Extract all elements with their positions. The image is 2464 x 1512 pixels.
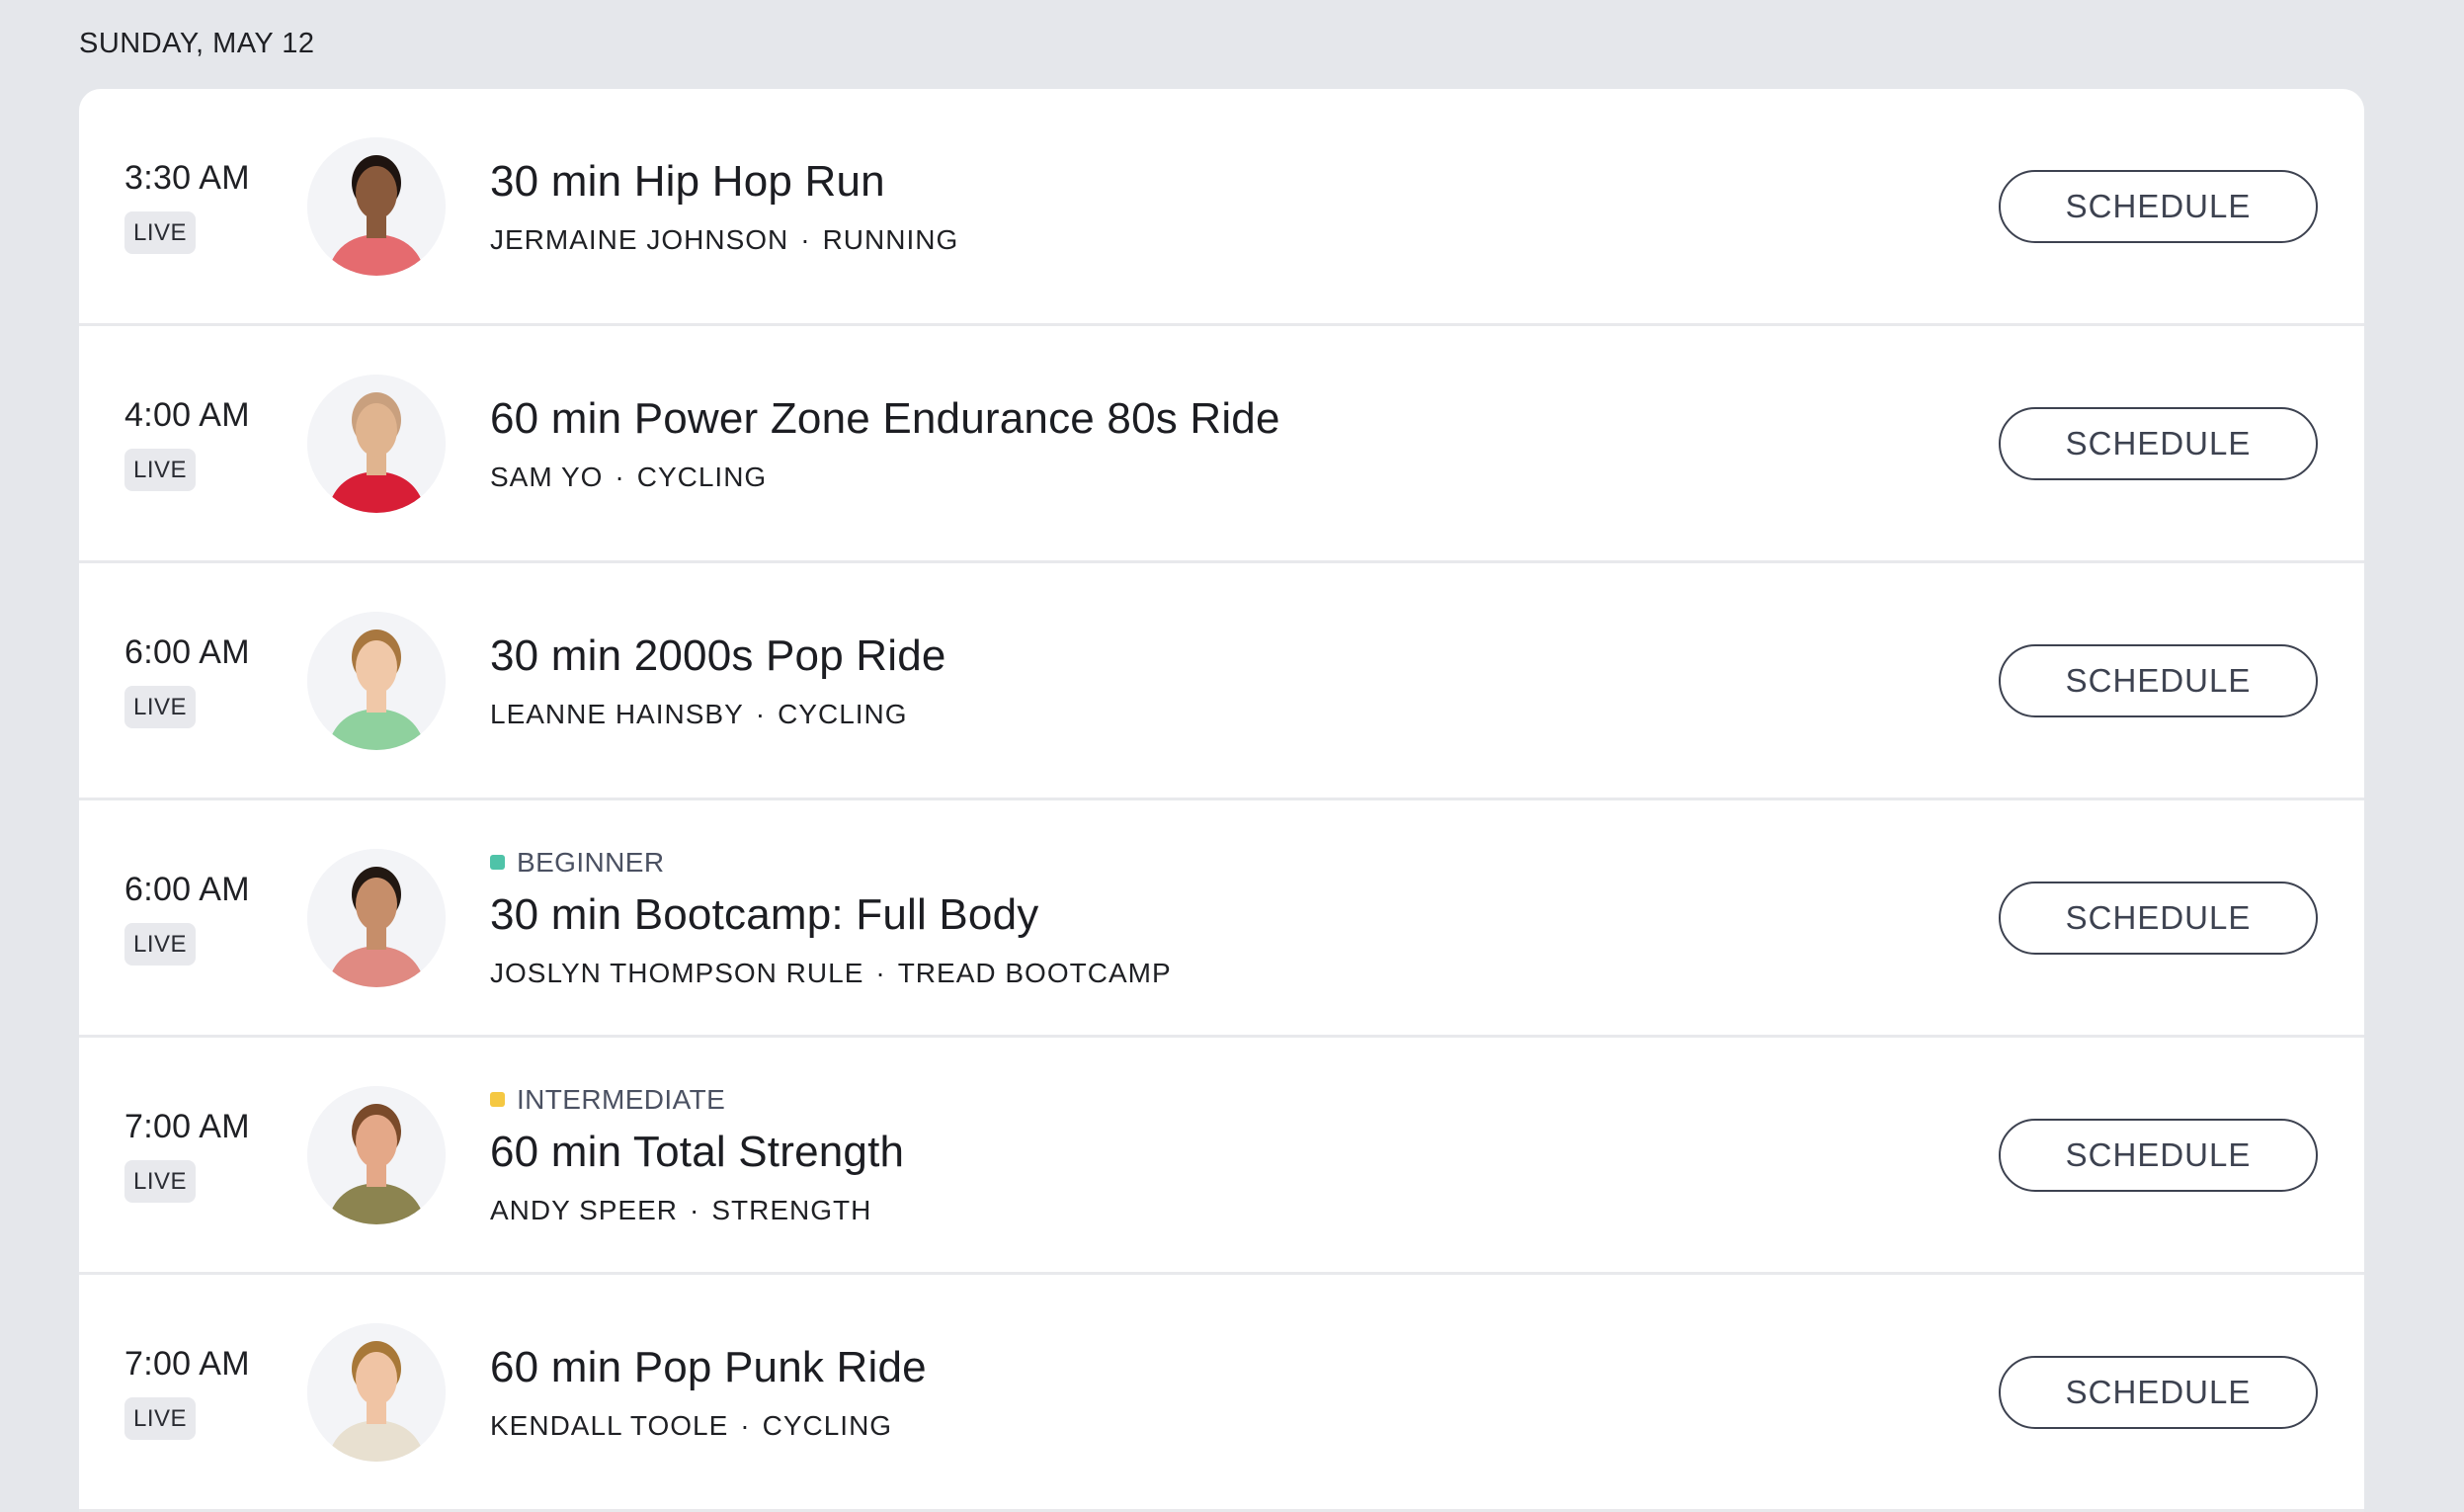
class-time: 7:00 AM — [124, 1107, 250, 1145]
instructor-avatar[interactable] — [307, 374, 446, 513]
class-meta: ANDY SPEER · STRENGTH — [490, 1195, 904, 1226]
schedule-button[interactable]: SCHEDULE — [1999, 169, 2318, 243]
class-info: 30 min 2000s Pop Ride LEANNE HAINSBY · CYC… — [490, 563, 946, 798]
separator-dot: · — [690, 1194, 700, 1225]
class-info: BEGINNER 30 min Bootcamp: Full Body JOSL… — [490, 800, 1172, 1035]
class-category: STRENGTH — [711, 1194, 872, 1225]
instructor-photo-icon — [307, 611, 446, 750]
class-title[interactable]: 60 min Total Strength — [490, 1128, 904, 1177]
class-time: 6:00 AM — [124, 870, 250, 908]
class-title[interactable]: 30 min Bootcamp: Full Body — [490, 890, 1172, 940]
class-meta: KENDALL TOOLE · CYCLING — [490, 1410, 927, 1442]
class-row: 7:00 AM LIVE INTERMEDIATE 60 min Total S… — [79, 1038, 2364, 1275]
class-meta: SAM YO · CYCLING — [490, 462, 1280, 493]
instructor-avatar[interactable] — [307, 1085, 446, 1224]
class-row: 6:00 AM LIVE BEGINNER 30 min Bootcamp: F… — [79, 800, 2364, 1038]
instructor-avatar[interactable] — [307, 136, 446, 276]
class-time: 7:00 AM — [124, 1344, 250, 1383]
instructor-name[interactable]: KENDALL TOOLE — [490, 1410, 728, 1441]
schedule-button[interactable]: SCHEDULE — [1999, 406, 2318, 480]
date-header: SUNDAY, MAY 12 — [79, 28, 315, 59]
class-title[interactable]: 30 min 2000s Pop Ride — [490, 631, 946, 681]
class-title[interactable]: 60 min Pop Punk Ride — [490, 1343, 927, 1392]
time-column: 4:00 AM LIVE — [124, 326, 250, 560]
difficulty-dot-icon — [490, 1092, 505, 1107]
class-info: 60 min Power Zone Endurance 80s Ride SAM… — [490, 326, 1280, 560]
time-column: 6:00 AM LIVE — [124, 800, 250, 1035]
class-category: RUNNING — [822, 223, 959, 255]
live-badge: LIVE — [124, 448, 197, 491]
class-row: 4:00 AM LIVE 60 min Power Zone Endurance… — [79, 326, 2364, 563]
instructor-avatar[interactable] — [307, 848, 446, 987]
separator-dot: · — [875, 957, 886, 988]
live-badge: LIVE — [124, 1396, 197, 1440]
time-column: 7:00 AM LIVE — [124, 1275, 250, 1509]
class-info: INTERMEDIATE 60 min Total Strength ANDY … — [490, 1038, 904, 1272]
instructor-name[interactable]: JERMAINE JOHNSON — [490, 224, 788, 255]
class-info: 30 min Hip Hop Run JERMAINE JOHNSON · RUNN… — [490, 89, 958, 323]
time-column: 7:00 AM LIVE — [124, 1038, 250, 1272]
instructor-photo-icon — [307, 374, 446, 513]
difficulty-text: INTERMEDIATE — [517, 1083, 726, 1115]
class-category: CYCLING — [636, 461, 768, 492]
class-title[interactable]: 60 min Power Zone Endurance 80s Ride — [490, 394, 1280, 444]
difficulty-text: BEGINNER — [517, 846, 665, 878]
class-time: 4:00 AM — [124, 395, 250, 434]
instructor-avatar[interactable] — [307, 611, 446, 750]
separator-dot: · — [755, 698, 767, 729]
schedule-button[interactable]: SCHEDULE — [1999, 1118, 2318, 1192]
difficulty-label: BEGINNER — [490, 847, 1172, 879]
class-time: 6:00 AM — [124, 632, 250, 671]
class-schedule-list: 3:30 AM LIVE 30 min Hip Hop Run JERMAINE… — [79, 89, 2364, 1512]
separator-dot: · — [800, 223, 811, 255]
class-row: 3:30 AM LIVE 30 min Hip Hop Run JERMAINE… — [79, 89, 2364, 326]
instructor-name[interactable]: ANDY SPEER — [490, 1195, 678, 1225]
class-meta: LEANNE HAINSBY · CYCLING — [490, 699, 946, 730]
class-category: CYCLING — [778, 698, 908, 729]
instructor-avatar[interactable] — [307, 1322, 446, 1462]
class-row: 7:00 AM LIVE 60 min Pop Punk Ride KENDAL… — [79, 1275, 2364, 1512]
class-time: 3:30 AM — [124, 158, 250, 197]
schedule-button[interactable]: SCHEDULE — [1999, 643, 2318, 717]
difficulty-label: INTERMEDIATE — [490, 1084, 904, 1116]
separator-dot: · — [740, 1409, 751, 1441]
instructor-name[interactable]: LEANNE HAINSBY — [490, 699, 744, 729]
separator-dot: · — [615, 461, 625, 492]
difficulty-dot-icon — [490, 855, 505, 870]
class-row: 6:00 AM LIVE 30 min 2000s Pop Ride LEANN… — [79, 563, 2364, 800]
class-meta: JOSLYN THOMPSON RULE · TREAD BOOTCAMP — [490, 958, 1172, 989]
class-title[interactable]: 30 min Hip Hop Run — [490, 157, 958, 207]
class-meta: JERMAINE JOHNSON · RUNNING — [490, 224, 958, 256]
schedule-button[interactable]: SCHEDULE — [1999, 1355, 2318, 1429]
instructor-photo-icon — [307, 1322, 446, 1462]
time-column: 3:30 AM LIVE — [124, 89, 250, 323]
schedule-button[interactable]: SCHEDULE — [1999, 881, 2318, 955]
class-category: CYCLING — [762, 1409, 893, 1441]
instructor-photo-icon — [307, 136, 446, 276]
live-badge: LIVE — [124, 922, 197, 966]
live-badge: LIVE — [124, 685, 197, 728]
time-column: 6:00 AM LIVE — [124, 563, 250, 798]
class-category: TREAD BOOTCAMP — [897, 957, 1172, 988]
instructor-name[interactable]: SAM YO — [490, 462, 603, 492]
live-badge: LIVE — [124, 210, 197, 254]
instructor-photo-icon — [307, 848, 446, 987]
class-info: 60 min Pop Punk Ride KENDALL TOOLE · CYCLI… — [490, 1275, 927, 1509]
live-badge: LIVE — [124, 1159, 197, 1203]
instructor-photo-icon — [307, 1085, 446, 1224]
instructor-name[interactable]: JOSLYN THOMPSON RULE — [490, 958, 863, 988]
